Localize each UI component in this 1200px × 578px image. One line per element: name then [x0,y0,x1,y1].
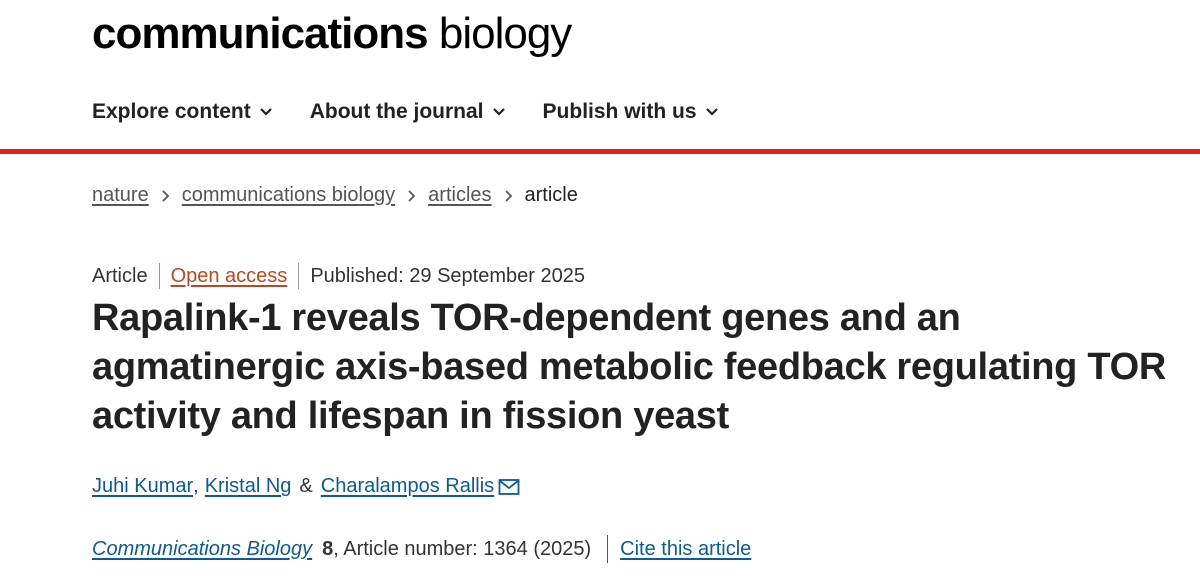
nav-about-journal[interactable]: About the journal [310,100,506,124]
nav-about-journal-label: About the journal [309,100,484,123]
chevron-down-icon [259,108,272,116]
breadcrumb-current: article [524,184,578,206]
author-separator: , [193,475,199,497]
author-list: Juhi Kumar , Kristal Ng & Charalampos Ra… [92,475,520,498]
meta-divider [158,263,160,289]
logo-word-biology: biology [438,9,572,58]
envelope-icon[interactable] [498,478,520,496]
main-nav: Explore content About the journal Publis… [92,96,756,128]
chevron-right-icon [407,189,416,203]
journal-logo[interactable]: communications biology [92,6,572,62]
nav-explore-content-label: Explore content [92,100,251,123]
article-type: Article [92,264,148,287]
chevron-right-icon [161,189,170,203]
nav-publish-with-us-label: Publish with us [542,100,697,123]
header-divider [0,149,1200,154]
breadcrumb: nature communications biology articles a… [92,184,578,207]
logo-word-communications: communications [92,9,429,58]
meta-divider [298,263,300,289]
author-link[interactable]: Juhi Kumar [92,475,193,498]
cite-this-article-link[interactable]: Cite this article [620,538,751,561]
author-link[interactable]: Kristal Ng [205,475,292,498]
breadcrumb-nature[interactable]: nature [92,184,149,207]
published-date: Published: 29 September 2025 [310,264,585,287]
nav-publish-with-us[interactable]: Publish with us [543,100,719,124]
citation-line: Communications Biology 8 , Article numbe… [92,535,751,563]
breadcrumb-articles[interactable]: articles [428,184,491,207]
article-meta: Article Open access Published: 29 Septem… [92,263,585,289]
breadcrumb-communications-biology[interactable]: communications biology [182,184,395,207]
article-title: Rapalink-1 reveals TOR-dependent genes a… [92,297,1166,437]
nav-explore-content[interactable]: Explore content [92,100,273,124]
author-separator: & [299,475,313,497]
article-number: , Article number: 1364 (2025) [333,537,592,560]
author-link[interactable]: Charalampos Rallis [321,475,494,498]
chevron-down-icon [492,108,505,116]
citation-divider [607,535,609,563]
open-access-link[interactable]: Open access [171,265,288,288]
chevron-down-icon [705,108,718,116]
volume-number: 8 [322,537,334,560]
chevron-right-icon [504,189,513,203]
journal-link[interactable]: Communications Biology [92,538,312,561]
